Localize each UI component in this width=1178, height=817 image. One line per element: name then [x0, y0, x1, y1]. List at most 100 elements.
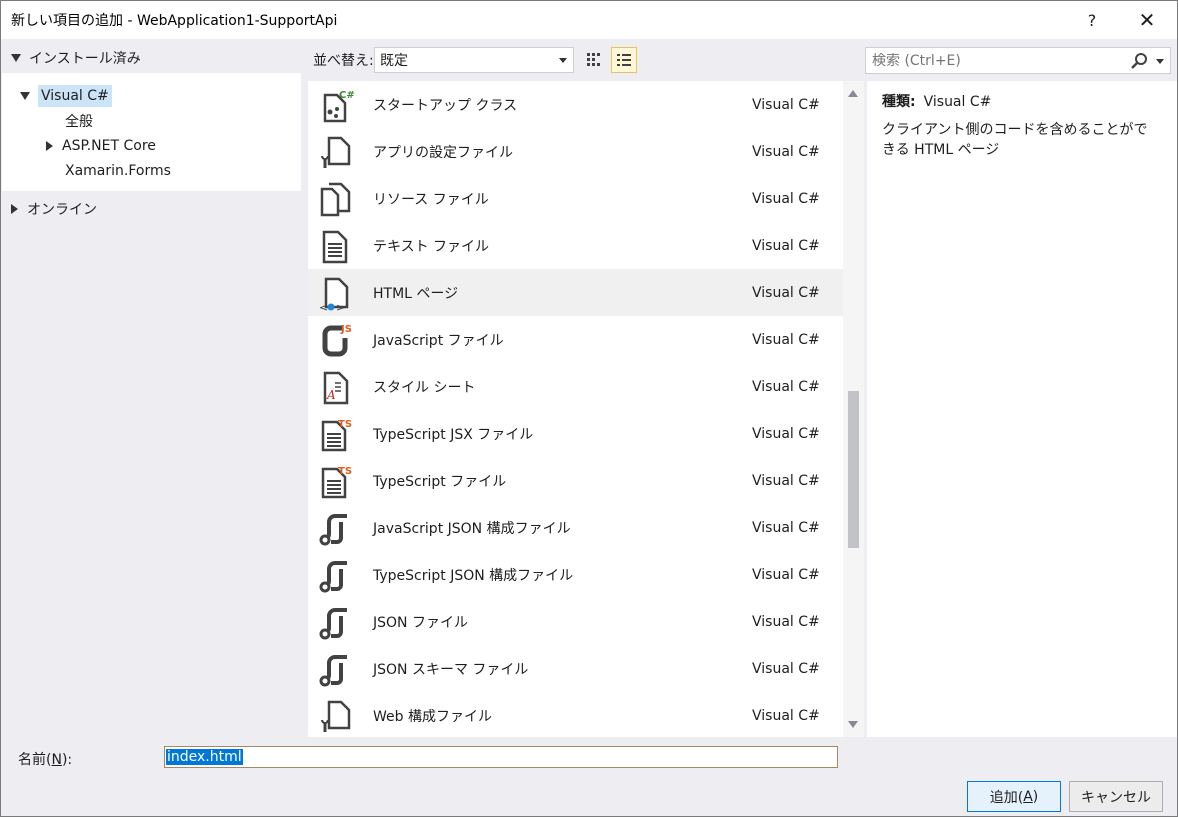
expand-icon: [20, 92, 30, 100]
svg-text:TS: TS: [338, 419, 352, 430]
svg-text:TS: TS: [338, 466, 352, 477]
template-list: C# スタートアップ クラス Visual C# アプリの設定ファイル Visu…: [308, 81, 843, 737]
tree-item-label: Xamarin.Forms: [65, 163, 171, 179]
template-language: Visual C#: [752, 237, 820, 254]
typescript-jsx-icon: TS: [321, 419, 352, 452]
cancel-button[interactable]: キャンセル: [1069, 781, 1163, 812]
category-tree: Visual C# 全般 ASP.NET Core Xamarin.Forms: [2, 73, 301, 191]
list-item[interactable]: TS TypeScript JSX ファイル Visual C#: [308, 410, 843, 457]
details-pane: 種類: Visual C# クライアント側のコードを含めることができる HTML …: [867, 81, 1177, 737]
template-language: Visual C#: [752, 378, 820, 395]
sort-dropdown[interactable]: 既定: [374, 47, 574, 73]
template-language: Visual C#: [752, 660, 820, 677]
resource-file-icon: [320, 182, 351, 217]
template-language: Visual C#: [752, 707, 820, 724]
template-language: Visual C#: [752, 472, 820, 489]
template-name: JSON ファイル: [373, 614, 468, 631]
grid-view-icon: [587, 53, 600, 66]
scroll-thumb[interactable]: [848, 391, 859, 548]
template-type: 種類: Visual C#: [882, 91, 991, 111]
list-view-icon: [617, 54, 631, 66]
window-title: 新しい項目の追加 - WebApplication1-SupportApi: [11, 13, 338, 29]
list-item[interactable]: TypeScript JSON 構成ファイル Visual C#: [308, 551, 843, 598]
tree-item-general[interactable]: 全般: [65, 109, 93, 133]
type-label: 種類:: [882, 94, 916, 110]
tree-item-label: Visual C#: [38, 85, 112, 107]
scroll-up-icon[interactable]: [848, 90, 858, 97]
svg-text:<: <: [319, 301, 328, 313]
template-description: クライアント側のコードを含めることができる HTML ページ: [882, 122, 1148, 158]
close-button[interactable]: ✕: [1129, 1, 1165, 39]
list-item[interactable]: JSON スキーマ ファイル Visual C#: [308, 645, 843, 692]
template-name: リソース ファイル: [373, 191, 489, 208]
list-view-button[interactable]: [611, 47, 637, 73]
html-page-icon: < >: [319, 277, 349, 313]
web-config-icon: [321, 700, 351, 732]
chevron-down-icon: [559, 58, 567, 63]
template-name: スタートアップ クラス: [373, 97, 518, 114]
list-item[interactable]: アプリの設定ファイル Visual C#: [308, 128, 843, 175]
typescript-file-icon: TS: [321, 466, 352, 499]
list-item[interactable]: Web 構成ファイル Visual C#: [308, 692, 843, 737]
list-item[interactable]: リソース ファイル Visual C#: [308, 175, 843, 222]
online-label: オンライン: [27, 202, 97, 218]
template-name: TypeScript JSX ファイル: [373, 426, 534, 443]
template-language: Visual C#: [752, 96, 820, 113]
template-name: JavaScript JSON 構成ファイル: [373, 520, 571, 537]
list-item[interactable]: < > HTML ページ Visual C#: [308, 269, 843, 316]
list-item[interactable]: JSON ファイル Visual C#: [308, 598, 843, 645]
text-file-icon: [322, 230, 348, 264]
name-label: 名前(N):: [18, 752, 73, 768]
template-language: Visual C#: [752, 519, 820, 536]
template-language: Visual C#: [752, 143, 820, 160]
installed-label: インストール済み: [29, 51, 141, 67]
list-item[interactable]: TS TypeScript ファイル Visual C#: [308, 457, 843, 504]
add-new-item-dialog: 新しい項目の追加 - WebApplication1-SupportApi ? …: [0, 0, 1178, 817]
search-input[interactable]: [872, 52, 1122, 69]
svg-text:C#: C#: [339, 90, 355, 101]
list-item[interactable]: JavaScript JSON 構成ファイル Visual C#: [308, 504, 843, 551]
template-name: スタイル シート: [373, 379, 476, 396]
json-file-icon: [319, 608, 347, 640]
type-value: Visual C#: [923, 94, 992, 110]
tree-item-aspnet-core[interactable]: ASP.NET Core: [46, 134, 156, 158]
list-item[interactable]: JS JavaScript ファイル Visual C#: [308, 316, 843, 363]
svg-text:JS: JS: [340, 324, 352, 335]
search-icon[interactable]: [1130, 52, 1148, 70]
template-language: Visual C#: [752, 566, 820, 583]
svg-text:A: A: [326, 388, 336, 402]
scroll-down-icon[interactable]: [848, 721, 858, 728]
stylesheet-icon: A: [323, 371, 349, 405]
json-config-icon: [319, 514, 347, 546]
template-language: Visual C#: [752, 190, 820, 207]
template-name: アプリの設定ファイル: [373, 144, 513, 161]
title-bar: 新しい項目の追加 - WebApplication1-SupportApi ? …: [1, 1, 1177, 39]
list-item[interactable]: A スタイル シート Visual C#: [308, 363, 843, 410]
online-node[interactable]: オンライン: [11, 197, 97, 221]
tree-item-xamarin-forms[interactable]: Xamarin.Forms: [65, 159, 171, 183]
list-item[interactable]: C# スタートアップ クラス Visual C#: [308, 81, 843, 128]
template-list-scrollbar[interactable]: [843, 81, 864, 737]
template-name: テキスト ファイル: [373, 238, 490, 255]
installed-header[interactable]: インストール済み: [1, 45, 301, 71]
small-icons-view-button[interactable]: [581, 47, 607, 73]
template-name: TypeScript ファイル: [373, 473, 507, 490]
list-item[interactable]: テキスト ファイル Visual C#: [308, 222, 843, 269]
svg-text:>: >: [336, 301, 345, 313]
chevron-down-icon[interactable]: [1156, 59, 1164, 64]
template-name: Web 構成ファイル: [373, 708, 492, 725]
name-field-value[interactable]: index.html: [166, 749, 243, 765]
template-language: Visual C#: [752, 331, 820, 348]
search-box[interactable]: [865, 47, 1171, 74]
template-language: Visual C#: [752, 425, 820, 442]
template-name: JavaScript ファイル: [373, 332, 504, 349]
template-name: JSON スキーマ ファイル: [373, 661, 529, 678]
add-button[interactable]: 追加(A): [967, 781, 1061, 812]
help-button[interactable]: ?: [1077, 1, 1107, 39]
expand-icon: [11, 54, 21, 62]
tree-item-visual-csharp[interactable]: Visual C#: [20, 84, 112, 108]
name-field[interactable]: index.html: [164, 746, 838, 768]
tree-item-label: 全般: [65, 114, 93, 130]
collapse-icon[interactable]: [46, 141, 53, 151]
tree-item-label: ASP.NET Core: [62, 138, 156, 154]
